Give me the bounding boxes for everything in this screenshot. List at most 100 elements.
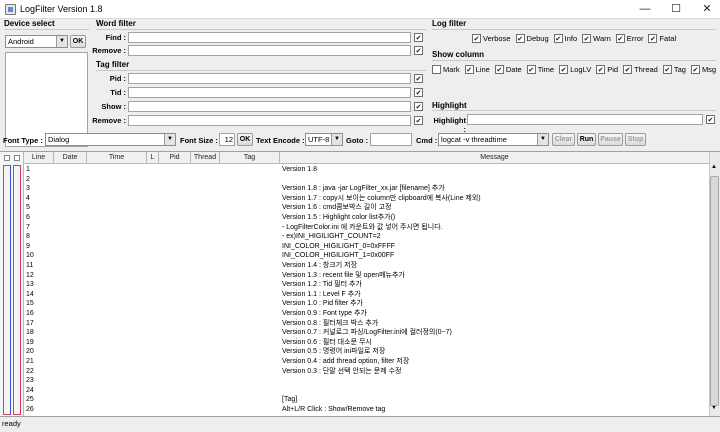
cmd-combo[interactable]: logcat -v threadtime ▼ bbox=[438, 133, 549, 146]
mark-bar-left[interactable] bbox=[3, 165, 11, 415]
show-tag-label: Show : bbox=[101, 102, 126, 111]
col-header-time[interactable]: Time bbox=[87, 152, 147, 164]
table-row[interactable]: 12 Version 1.3 : recent file 및 open메뉴추가 bbox=[24, 271, 709, 281]
table-row[interactable]: 6 Version 1.5 : Highlight color list추가() bbox=[24, 213, 709, 223]
log-level-fatal[interactable]: Fatal bbox=[648, 34, 676, 43]
col-header-level[interactable]: L bbox=[147, 152, 159, 164]
pause-button[interactable]: Pause bbox=[598, 133, 623, 146]
text-encode-combo[interactable]: UTF-8 ▼ bbox=[305, 133, 343, 146]
column-toggle-tag[interactable]: Tag bbox=[662, 65, 686, 74]
device-combo[interactable]: Android ▼ bbox=[5, 35, 68, 48]
close-button[interactable]: ✕ bbox=[692, 0, 720, 19]
tag-remove-checkbox[interactable] bbox=[414, 116, 423, 125]
table-row[interactable]: 21 Version 0.4 : add thread option, filte… bbox=[24, 357, 709, 367]
scrollbar-thumb[interactable] bbox=[710, 176, 719, 406]
table-row[interactable]: 18 Version 0.7 : 커널로그 파싱/LogFilter.ini에 컬… bbox=[24, 328, 709, 338]
table-row[interactable]: 3 Version 1.8 : java -jar LogFilter_xx.ja… bbox=[24, 184, 709, 194]
table-row[interactable]: 8 - ex)INI_HIGILIGHT_COUNT=2 bbox=[24, 232, 709, 242]
log-level-debug[interactable]: Debug bbox=[515, 34, 549, 43]
mark-gutter bbox=[0, 152, 24, 416]
show-tag-input[interactable] bbox=[128, 101, 411, 112]
table-row[interactable]: 25 [Tag] bbox=[24, 395, 709, 405]
column-toggle-loglv[interactable]: LogLV bbox=[559, 65, 591, 74]
column-toggle-mark[interactable]: Mark bbox=[432, 65, 460, 74]
tag-remove-input[interactable] bbox=[128, 115, 411, 126]
table-row[interactable]: 16 Version 0.9 : Font type 추가 bbox=[24, 309, 709, 319]
goto-input[interactable] bbox=[370, 133, 412, 146]
font-size-ok-button[interactable]: OK bbox=[237, 133, 253, 146]
checkbox-icon bbox=[526, 65, 536, 74]
row-line-number: 24 bbox=[26, 386, 34, 394]
table-row[interactable]: 14 Version 1.1 : Level F 추가 bbox=[24, 290, 709, 300]
col-header-message[interactable]: Message bbox=[280, 152, 709, 164]
log-level-info[interactable]: Info bbox=[553, 34, 577, 43]
row-line-number: 22 bbox=[26, 367, 34, 375]
table-row[interactable]: 7 - LogFilterColor.ini 에 카운트와 값 넣어 주시면 됩… bbox=[24, 223, 709, 233]
minimize-button[interactable]: — bbox=[630, 0, 660, 19]
chevron-down-icon: ▼ bbox=[56, 36, 67, 47]
scroll-up-icon[interactable]: ▲ bbox=[711, 164, 717, 170]
divider bbox=[96, 70, 426, 71]
table-row[interactable]: 13 Version 1.2 : Tid 필터 추가 bbox=[24, 280, 709, 290]
row-line-number: 14 bbox=[26, 290, 34, 298]
column-toggle-time[interactable]: Time bbox=[526, 65, 554, 74]
table-row[interactable]: 22 Version 0.3 : 단말 선택 안되는 문제 수정 bbox=[24, 367, 709, 377]
row-message: Version 1.7 : copy시 보이는 column만 clipboar… bbox=[282, 194, 481, 202]
clear-button[interactable]: Clear bbox=[552, 133, 575, 146]
table-row[interactable]: 20 Version 0.5 : 명령어 ini파일로 저장 bbox=[24, 347, 709, 357]
pid-input[interactable] bbox=[128, 73, 411, 84]
run-button[interactable]: Run bbox=[577, 133, 596, 146]
column-toggle-thread[interactable]: Thread bbox=[623, 65, 658, 74]
table-row[interactable]: 4 Version 1.7 : copy시 보이는 column만 clipboa… bbox=[24, 194, 709, 204]
col-header-date[interactable]: Date bbox=[54, 152, 87, 164]
table-row[interactable]: 19 Version 0.6 : 필터 대소문 무시 bbox=[24, 338, 709, 348]
log-level-warn[interactable]: Warn bbox=[582, 34, 611, 43]
table-row[interactable]: 2 bbox=[24, 175, 709, 185]
table-row[interactable]: 1 Version 1.8 bbox=[24, 165, 709, 175]
find-input[interactable] bbox=[128, 32, 411, 43]
log-level-verbose[interactable]: Verbose bbox=[472, 34, 511, 43]
tid-checkbox[interactable] bbox=[414, 88, 423, 97]
word-remove-input[interactable] bbox=[128, 45, 411, 56]
column-toggle-line[interactable]: Line bbox=[464, 65, 490, 74]
mark-bar-right[interactable] bbox=[13, 165, 21, 415]
col-header-tag[interactable]: Tag bbox=[220, 152, 280, 164]
chevron-down-icon: ▼ bbox=[331, 134, 342, 145]
tid-input[interactable] bbox=[128, 87, 411, 98]
table-row[interactable]: 11 Version 1.4 : 창크기 저장 bbox=[24, 261, 709, 271]
column-toggle-date[interactable]: Date bbox=[494, 65, 522, 74]
checkbox-icon bbox=[596, 65, 606, 74]
column-toggle-msg[interactable]: Msg bbox=[690, 65, 716, 74]
table-row[interactable]: 10 INI_COLOR_HIGILIGHT_1=0x00FF bbox=[24, 251, 709, 261]
device-ok-button[interactable]: OK bbox=[70, 35, 86, 48]
word-remove-checkbox[interactable] bbox=[414, 46, 423, 55]
table-row[interactable]: 26 Alt+L/R Click : Show/Remove tag bbox=[24, 405, 709, 415]
font-type-combo[interactable]: Dialog ▼ bbox=[45, 133, 176, 146]
col-header-thread[interactable]: Thread bbox=[191, 152, 220, 164]
divider bbox=[432, 110, 716, 111]
maximize-button[interactable]: ☐ bbox=[661, 0, 691, 19]
column-toggle-pid[interactable]: Pid bbox=[596, 65, 618, 74]
table-row[interactable]: 17 Version 0.8 : 필터체크 박스 추가 bbox=[24, 319, 709, 329]
checkbox-icon bbox=[582, 34, 592, 43]
highlight-input[interactable] bbox=[467, 114, 703, 125]
table-row[interactable]: 24 bbox=[24, 386, 709, 396]
row-message: Alt+L/R Click : Show/Remove tag bbox=[282, 406, 386, 413]
log-level-error[interactable]: Error bbox=[615, 34, 643, 43]
row-line-number: 7 bbox=[26, 223, 30, 231]
table-row[interactable]: 5 Version 1.6 : cmd콤보박스 길이 고정 bbox=[24, 203, 709, 213]
table-row[interactable]: 9 INI_COLOR_HIGILIGHT_0=0xFFFF bbox=[24, 242, 709, 252]
pid-checkbox[interactable] bbox=[414, 74, 423, 83]
stop-button[interactable]: Stop bbox=[625, 133, 646, 146]
find-checkbox[interactable] bbox=[414, 33, 423, 42]
row-message: Version 1.0 : Pid filter 추가 bbox=[282, 300, 363, 308]
font-size-input[interactable]: 12 bbox=[219, 133, 235, 146]
font-type-value: Dialog bbox=[48, 135, 70, 144]
show-tag-checkbox[interactable] bbox=[414, 102, 423, 111]
col-header-pid[interactable]: Pid bbox=[159, 152, 191, 164]
table-row[interactable]: 15 Version 1.0 : Pid filter 추가 bbox=[24, 299, 709, 309]
table-row[interactable]: 23 bbox=[24, 376, 709, 386]
col-header-line[interactable]: Line bbox=[24, 152, 54, 164]
row-line-number: 25 bbox=[26, 396, 34, 404]
highlight-checkbox[interactable] bbox=[706, 115, 715, 124]
